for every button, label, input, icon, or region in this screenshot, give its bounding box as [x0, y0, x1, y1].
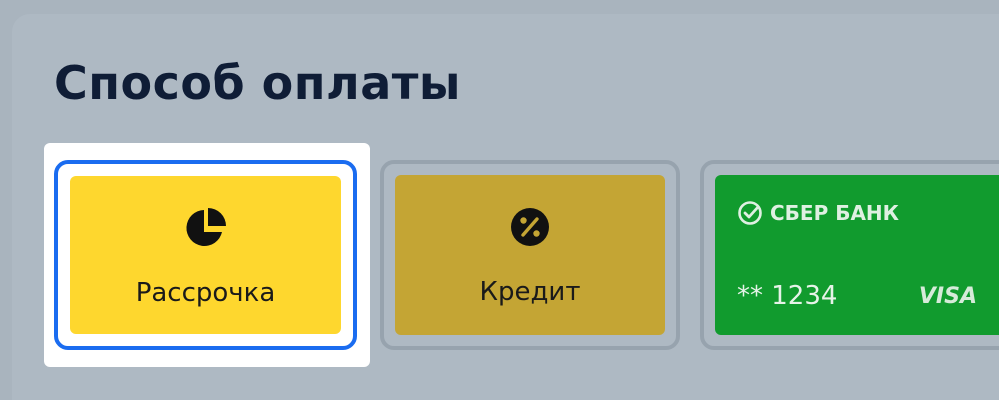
sber-card[interactable]: СБЕР БАНК ** 1234 VISA: [715, 175, 999, 335]
card-network: VISA: [918, 284, 977, 309]
payment-option-credit[interactable]: Кредит: [380, 160, 680, 350]
check-circle-icon: [738, 201, 762, 225]
credit-label: Кредит: [479, 277, 581, 307]
installment-card[interactable]: Рассрочка: [70, 176, 341, 334]
card-number: ** 1234: [737, 281, 838, 311]
pie-chart-icon: [185, 208, 226, 246]
installment-label: Рассрочка: [135, 278, 276, 308]
sber-bank-logo: СБЕР БАНК: [737, 200, 899, 226]
payment-option-sber-card[interactable]: СБЕР БАНК ** 1234 VISA: [700, 160, 999, 350]
bank-name: СБЕР БАНК: [770, 201, 900, 225]
page-title: Способ оплаты: [54, 56, 462, 110]
payment-option-installment[interactable]: Рассрочка: [54, 160, 357, 350]
credit-card[interactable]: Кредит: [395, 175, 665, 335]
percent-icon: [511, 208, 549, 246]
